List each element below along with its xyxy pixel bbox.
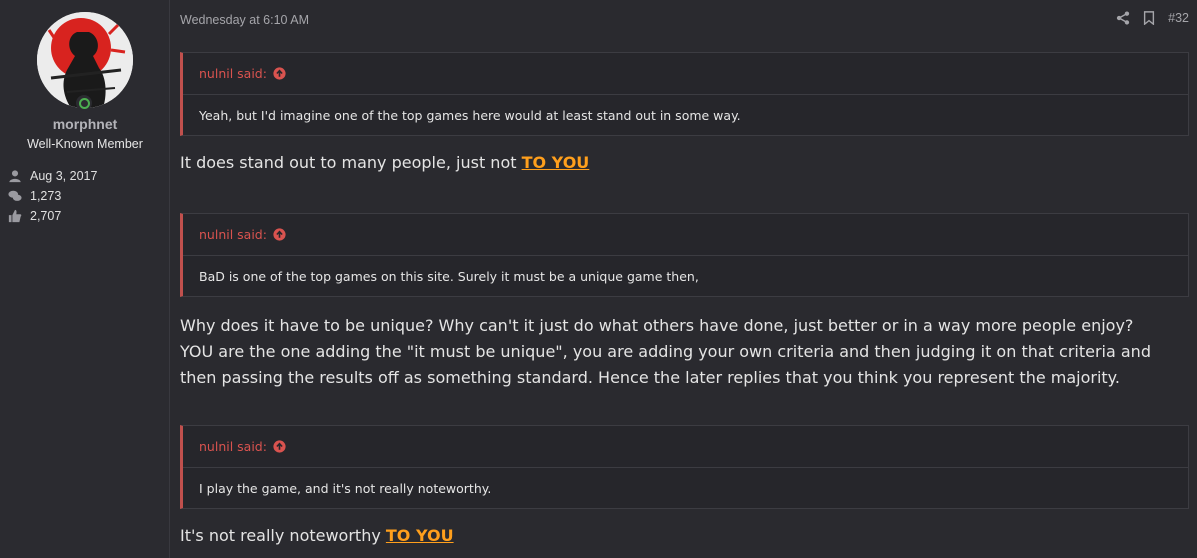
post-main: Wednesday at 6:10 AM #32 nulnil said: Ye… (170, 0, 1197, 558)
quote-text: BaD is one of the top games on this site… (199, 268, 699, 284)
quote-author[interactable]: nulnil said: (199, 439, 267, 454)
emphasis-text: TO YOU (385, 526, 454, 545)
quote-text: I play the game, and it's not really not… (199, 480, 492, 496)
quote-block: nulnil said: Yeah, but I'd imagine one o… (180, 52, 1189, 136)
quote-block: nulnil said: BaD is one of the top games… (180, 213, 1189, 297)
reply-text: It's not really noteworthy (180, 526, 386, 545)
reply-line: then passing the results off as somethin… (180, 368, 1120, 387)
post-date[interactable]: Wednesday at 6:10 AM (180, 13, 309, 27)
online-indicator-icon (76, 95, 92, 111)
bookmark-icon[interactable] (1142, 11, 1156, 25)
messages-count: 1,273 (30, 189, 62, 203)
reply-line: Why does it have to be unique? Why can't… (180, 316, 1134, 335)
post-number[interactable]: #32 (1168, 11, 1189, 25)
user-sidebar: morphnet Well-Known Member Aug 3, 2017 1… (0, 0, 170, 558)
quote-text: Yeah, but I'd imagine one of the top gam… (199, 107, 741, 123)
reactions-stat: 2,707 (8, 206, 97, 226)
comments-icon (8, 190, 22, 201)
avatar[interactable] (37, 12, 133, 108)
arrow-up-circle-icon[interactable] (273, 228, 286, 241)
arrow-up-circle-icon[interactable] (273, 440, 286, 453)
thumbs-up-icon (8, 209, 22, 223)
joined-date: Aug 3, 2017 (30, 169, 98, 183)
messages-stat: 1,273 (8, 186, 97, 206)
user-stats: Aug 3, 2017 1,273 2,707 (8, 166, 97, 226)
reply-paragraph: It's not really noteworthy TO YOU (180, 523, 1180, 549)
reply-text: It does stand out to many people, just n… (180, 153, 522, 172)
username[interactable]: morphnet (0, 116, 170, 132)
reply-paragraph: It does stand out to many people, just n… (180, 150, 1180, 176)
quote-header[interactable]: nulnil said: (183, 53, 1188, 95)
quote-author[interactable]: nulnil said: (199, 66, 267, 81)
quote-header[interactable]: nulnil said: (183, 214, 1188, 256)
user-icon (9, 170, 21, 183)
user-title: Well-Known Member (27, 137, 143, 151)
reply-line: YOU are the one adding the "it must be u… (180, 342, 1151, 361)
share-icon[interactable] (1116, 11, 1130, 25)
arrow-up-circle-icon[interactable] (273, 67, 286, 80)
emphasis-text: TO YOU (521, 153, 590, 172)
reactions-count: 2,707 (30, 209, 62, 223)
reply-paragraph: Why does it have to be unique? Why can't… (180, 313, 1180, 391)
joined-stat: Aug 3, 2017 (8, 166, 97, 186)
quote-block: nulnil said: I play the game, and it's n… (180, 425, 1189, 509)
post-actions: #32 (1116, 11, 1189, 25)
quote-header[interactable]: nulnil said: (183, 426, 1188, 468)
quote-author[interactable]: nulnil said: (199, 227, 267, 242)
